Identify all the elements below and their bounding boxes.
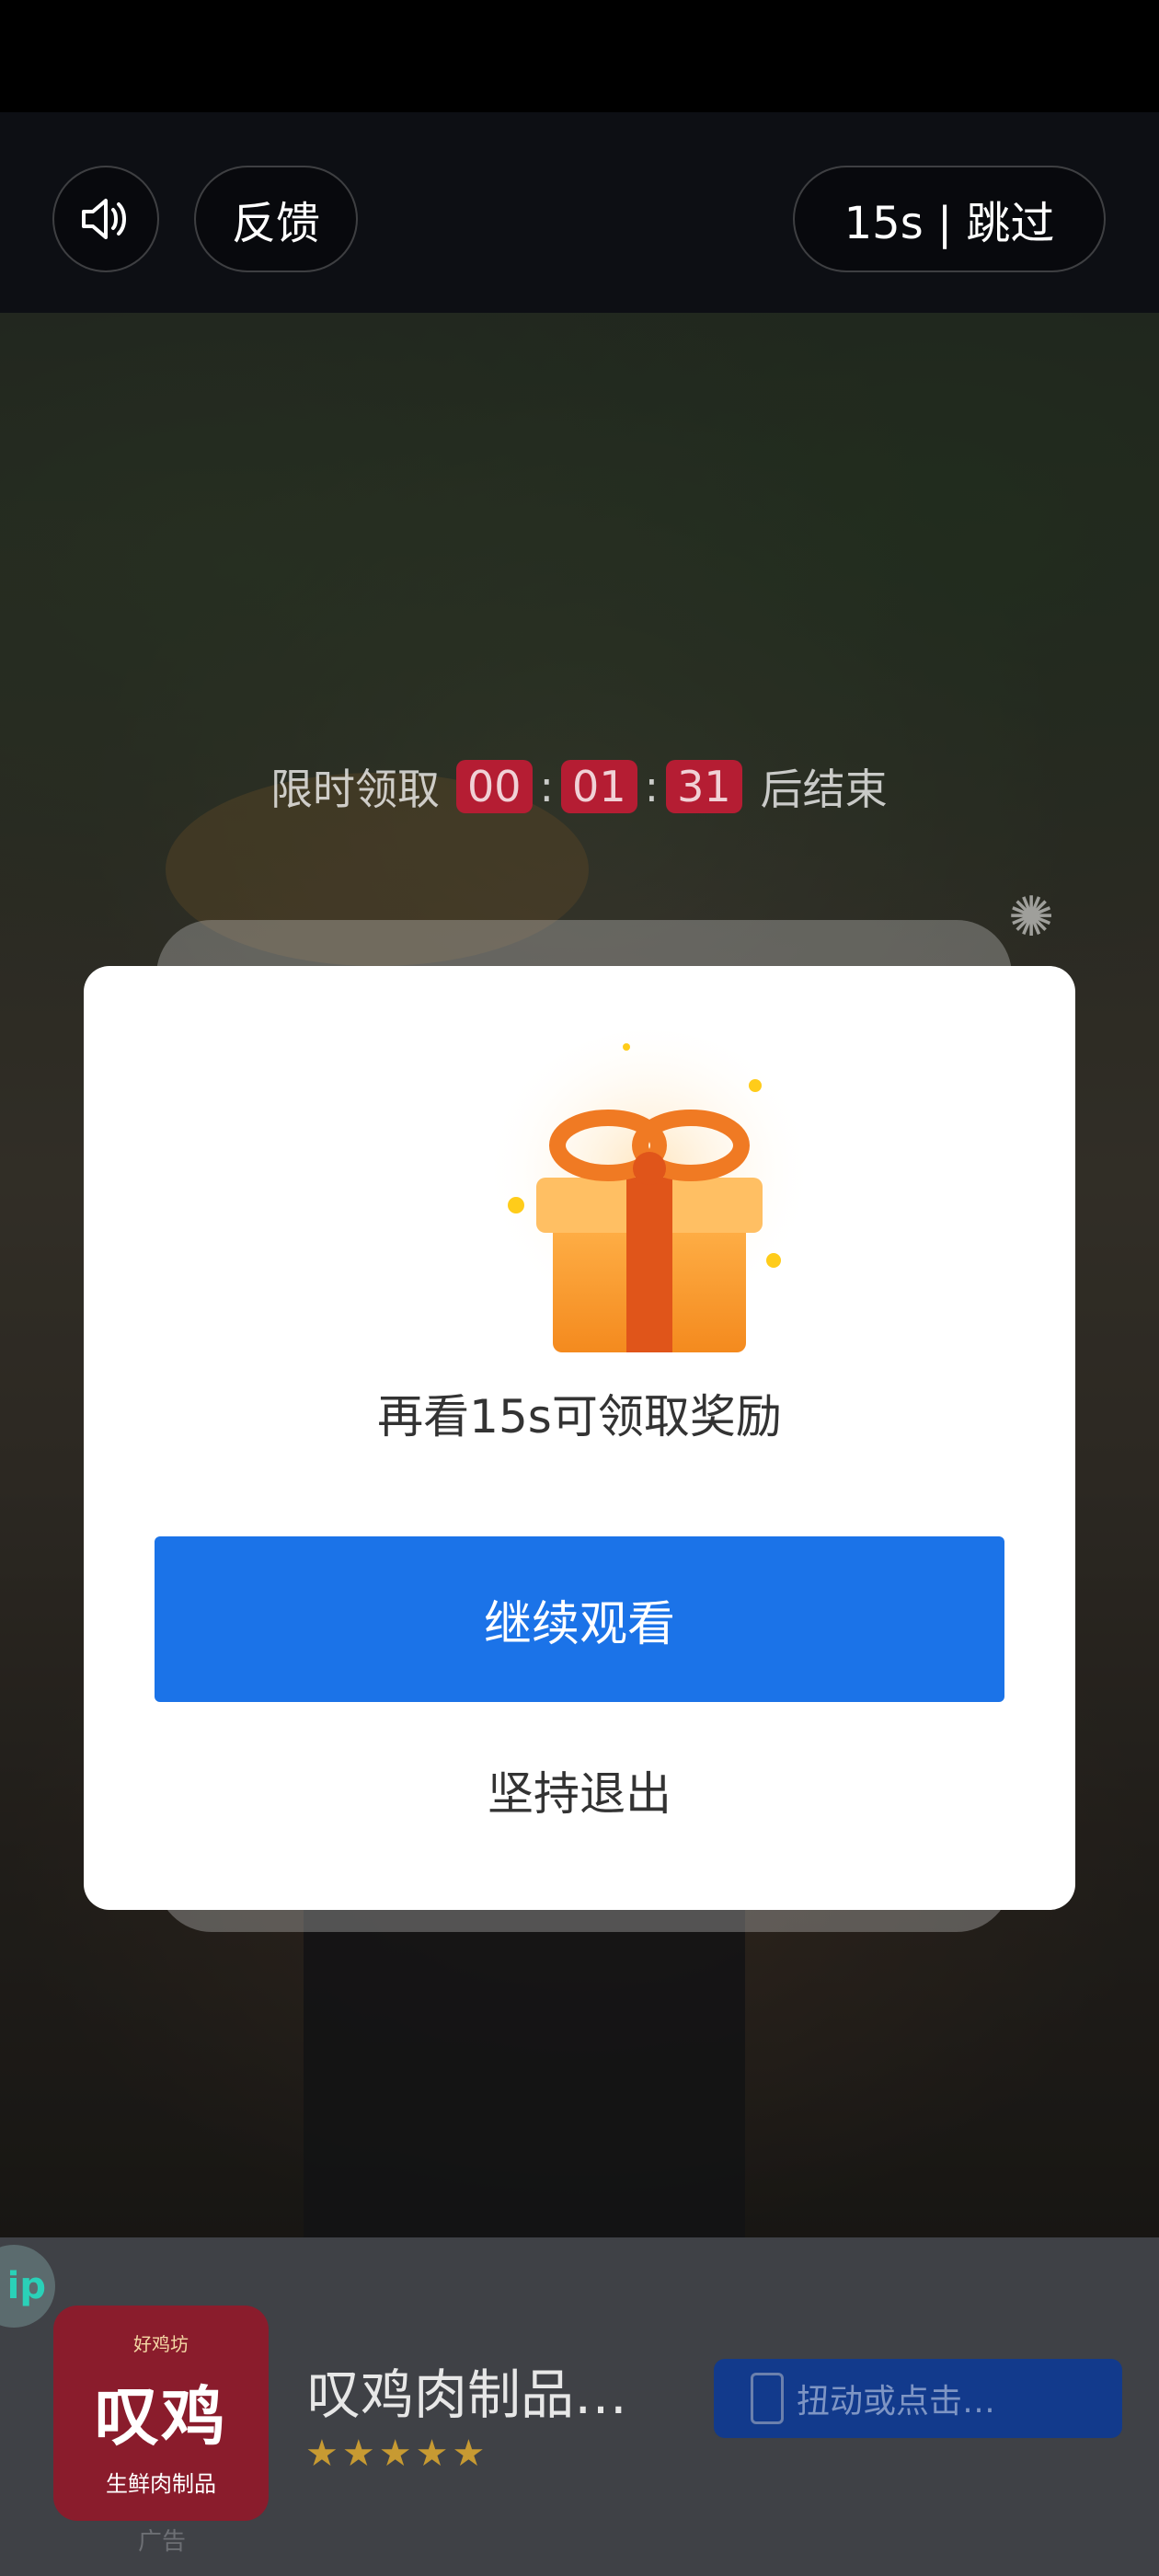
countdown-colon: :: [644, 762, 660, 811]
ad-logo-name: 叹鸡: [95, 2379, 227, 2455]
ad-title[interactable]: 叹鸡肉制品…: [307, 2352, 627, 2429]
star-icon: ★: [378, 2432, 416, 2475]
countdown-row: 限时领取 00 : 01 : 31 后结束: [270, 753, 888, 821]
star-icon: ★: [452, 2432, 489, 2475]
reward-dialog: 再看15s可领取奖励 继续观看 坚持退出: [84, 966, 1075, 1910]
speaker-icon: [82, 199, 126, 239]
feedback-button[interactable]: 反馈: [194, 166, 358, 272]
exit-button[interactable]: 坚持退出: [84, 1757, 1075, 1823]
ad-label: 广告: [138, 2528, 187, 2556]
skip-button[interactable]: 15s | 跳过: [793, 166, 1106, 272]
countdown-suffix: 后结束: [760, 765, 888, 814]
ad-logo-tagline: 生鲜肉制品: [106, 2471, 216, 2497]
countdown-prefix: 限时领取: [270, 765, 440, 814]
countdown-minutes: 01: [561, 760, 637, 813]
gift-box-icon: [484, 1030, 815, 1352]
status-bar: [0, 0, 1159, 112]
continue-watching-button[interactable]: 继续观看: [155, 1536, 1004, 1702]
ad-logo-badge: 好鸡坊: [133, 2333, 189, 2355]
phone-shake-icon: [751, 2373, 784, 2424]
star-icon: ★: [305, 2432, 342, 2475]
ad-app-logo[interactable]: 好鸡坊 叹鸡 生鲜肉制品: [53, 2306, 269, 2521]
countdown-seconds: 31: [666, 760, 742, 813]
star-icon: ★: [415, 2432, 453, 2475]
sparkle-icon: ✺: [1008, 885, 1055, 949]
reward-message: 再看15s可领取奖励: [377, 1390, 782, 1443]
ad-rating: ★★★★★: [305, 2432, 488, 2475]
ad-cta-label: 扭动或点击…: [797, 2383, 996, 2421]
star-icon: ★: [341, 2432, 379, 2475]
countdown-colon: :: [539, 762, 555, 811]
countdown-hours: 00: [456, 760, 533, 813]
sound-button[interactable]: [52, 166, 159, 272]
ad-cta-button[interactable]: 扭动或点击…: [714, 2359, 1122, 2438]
